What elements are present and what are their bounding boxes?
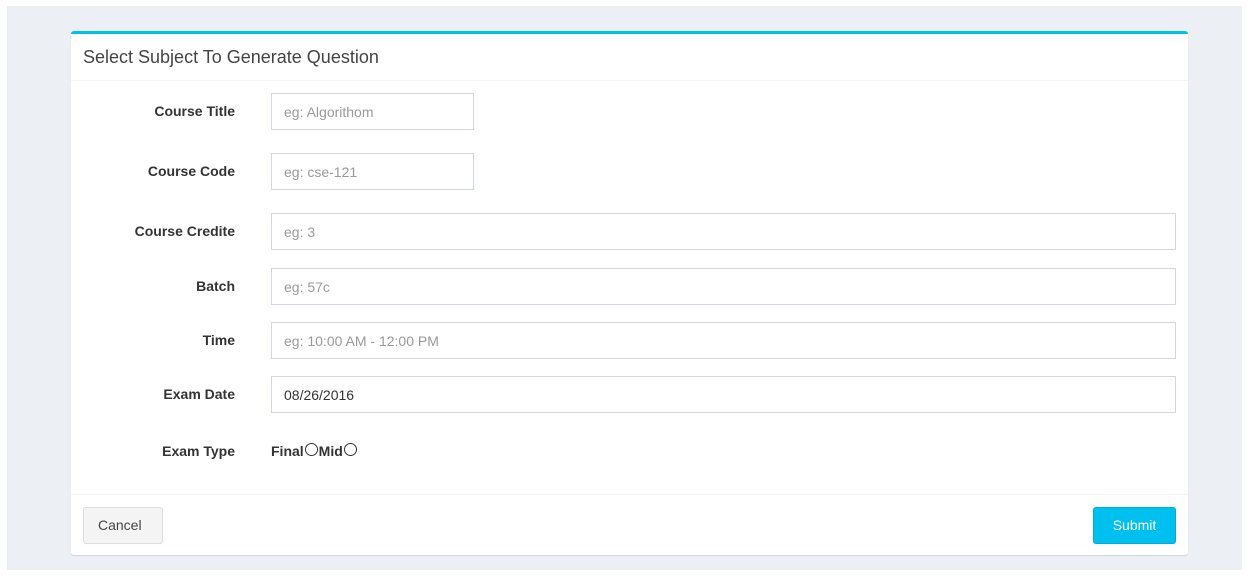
- time-label: Time: [202, 332, 235, 348]
- course-code-row: Course Code: [71, 153, 1188, 190]
- time-input[interactable]: [271, 322, 1176, 359]
- course-title-row: Course Title: [71, 93, 1188, 130]
- exam-type-mid-radio[interactable]: [343, 443, 357, 456]
- course-code-label: Course Code: [147, 163, 235, 179]
- course-credit-label: Course Credite: [134, 223, 235, 239]
- course-credit-row: Course Credite: [71, 213, 1188, 250]
- batch-label: Batch: [196, 278, 235, 294]
- exam-date-row: Exam Date: [71, 376, 1188, 413]
- panel-header: Select Subject To Generate Question: [71, 34, 1188, 81]
- course-code-input[interactable]: [271, 153, 474, 190]
- exam-date-label: Exam Date: [163, 386, 235, 402]
- time-row: Time: [71, 322, 1188, 359]
- generate-question-panel: Select Subject To Generate Question Cour…: [71, 31, 1188, 555]
- exam-type-final-radio[interactable]: [304, 443, 318, 456]
- panel-title: Select Subject To Generate Question: [83, 47, 379, 67]
- exam-date-input[interactable]: [271, 376, 1176, 413]
- batch-input[interactable]: [271, 268, 1176, 305]
- exam-type-radio-group: Final Mid: [271, 433, 358, 470]
- course-credit-input[interactable]: [271, 213, 1176, 250]
- exam-type-label: Exam Type: [162, 443, 235, 459]
- exam-type-final-label: Final: [271, 443, 304, 459]
- submit-button[interactable]: Submit: [1093, 507, 1176, 544]
- exam-type-row: Exam Type Final Mid: [71, 433, 1188, 470]
- cancel-button[interactable]: Cancel: [83, 507, 163, 544]
- exam-type-mid-label: Mid: [318, 443, 343, 459]
- course-title-input[interactable]: [271, 93, 474, 130]
- course-title-label: Course Title: [154, 103, 235, 119]
- batch-row: Batch: [71, 268, 1188, 305]
- panel-footer: Cancel Submit: [71, 494, 1188, 555]
